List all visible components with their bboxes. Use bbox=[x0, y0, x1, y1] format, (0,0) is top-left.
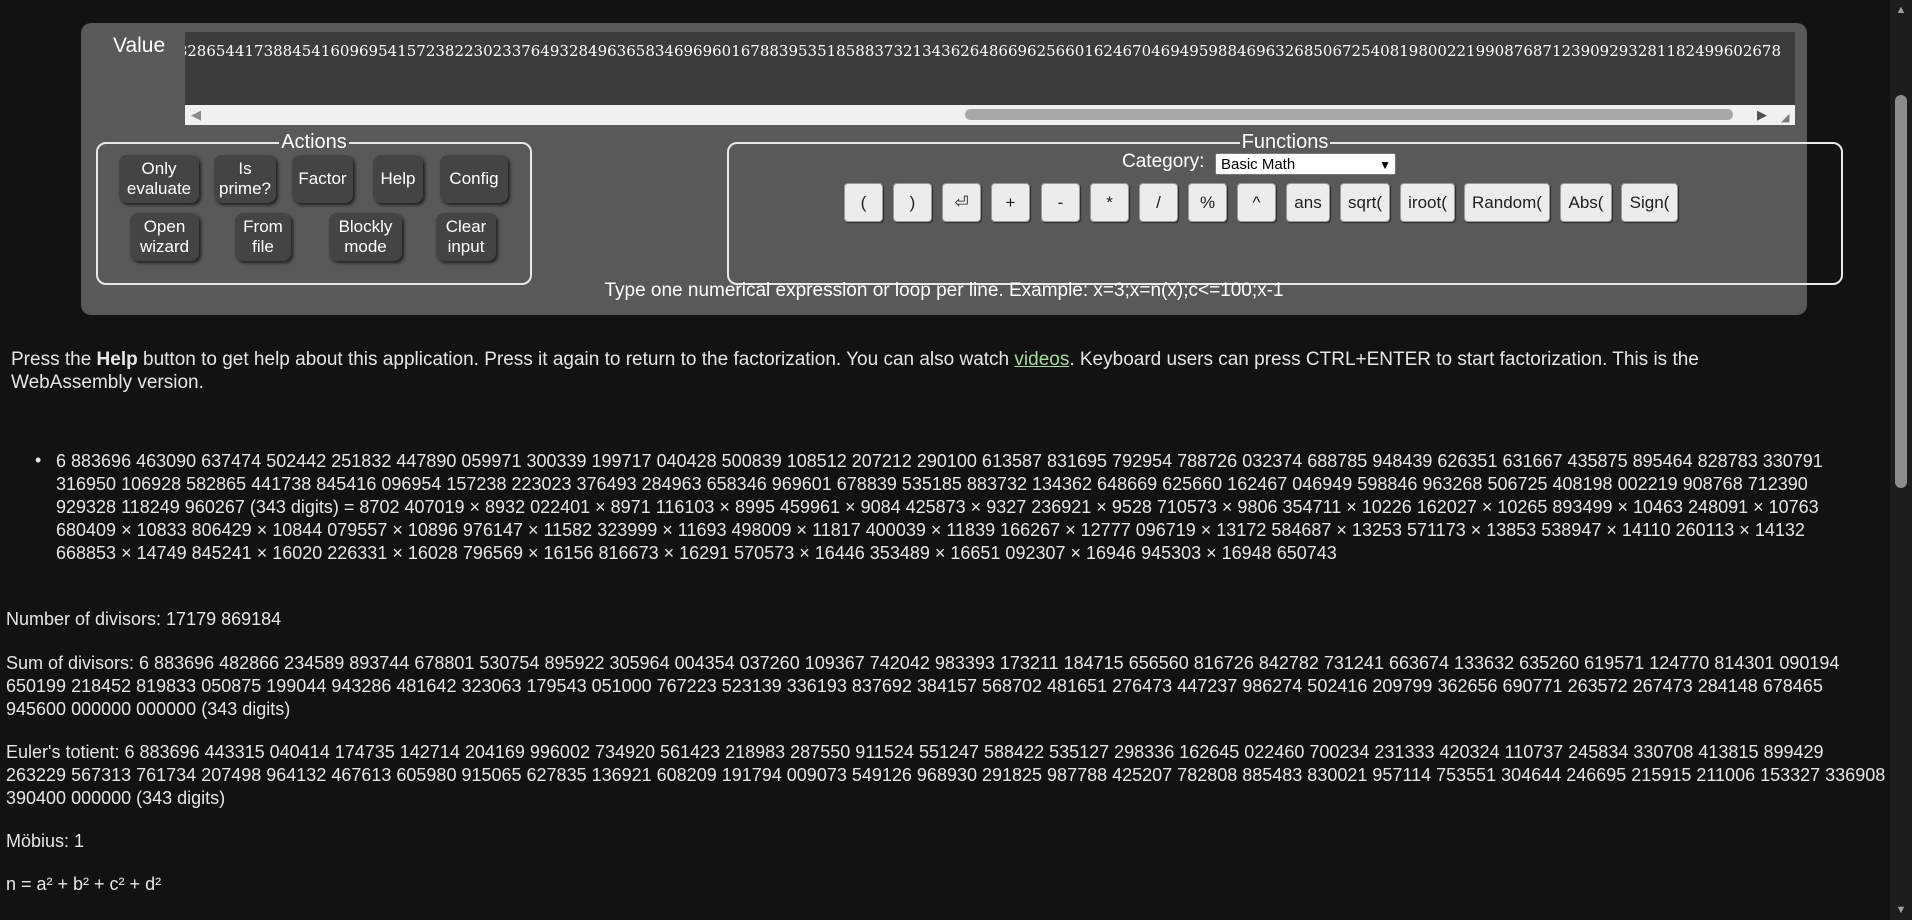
factorization-result: 6 883696 463090 637474 502442 251832 447… bbox=[56, 451, 1823, 563]
page: Value 5010692858286544173884541609695415… bbox=[0, 0, 1890, 920]
horizontal-scroll-thumb[interactable] bbox=[965, 109, 1733, 120]
fn-power-button[interactable]: ^ bbox=[1237, 183, 1276, 222]
scroll-right-icon[interactable]: ▶ bbox=[1757, 107, 1767, 123]
fn-close-paren-button[interactable]: ) bbox=[893, 183, 932, 222]
from-file-button[interactable]: From file bbox=[235, 213, 291, 261]
factor-button[interactable]: Factor bbox=[292, 155, 353, 203]
fn-open-paren-button[interactable]: ( bbox=[844, 183, 883, 222]
help-text-pre: Press the bbox=[11, 349, 97, 370]
expression-hint: Type one numerical expression or loop pe… bbox=[604, 280, 1284, 301]
is-prime-button[interactable]: Is prime? bbox=[214, 155, 276, 203]
fn-minus-button[interactable]: - bbox=[1041, 183, 1080, 222]
scroll-up-icon[interactable]: ▲ bbox=[1895, 4, 1907, 16]
fn-iroot-button[interactable]: iroot( bbox=[1400, 183, 1455, 222]
actions-legend: Actions bbox=[281, 131, 347, 153]
help-paragraph: Press the Help button to get help about … bbox=[11, 348, 1811, 394]
only-evaluate-button[interactable]: Only evaluate bbox=[119, 155, 199, 203]
fn-random-button[interactable]: Random( bbox=[1464, 183, 1550, 222]
number-of-divisors: Number of divisors: 17179 869184 bbox=[6, 609, 282, 629]
open-wizard-button[interactable]: Open wizard bbox=[130, 213, 199, 261]
category-select[interactable]: Basic Math ▼ bbox=[1215, 153, 1396, 175]
mobius-value: Möbius: 1 bbox=[6, 831, 85, 851]
fn-sign-button[interactable]: Sign( bbox=[1621, 183, 1678, 222]
vertical-scrollbar[interactable]: ▲ ▼ bbox=[1890, 0, 1912, 920]
videos-link[interactable]: videos bbox=[1014, 349, 1069, 370]
fn-abs-button[interactable]: Abs( bbox=[1560, 183, 1612, 222]
input-panel: Value 5010692858286544173884541609695415… bbox=[81, 23, 1843, 315]
fn-plus-button[interactable]: + bbox=[991, 183, 1030, 222]
fn-multiply-button[interactable]: * bbox=[1090, 183, 1129, 222]
fn-ans-button[interactable]: ans bbox=[1286, 183, 1330, 222]
fn-modulo-button[interactable]: % bbox=[1188, 183, 1227, 222]
value-textarea[interactable]: 5010692858286544173884541609695415723822… bbox=[185, 32, 1795, 125]
functions-legend: Functions bbox=[1241, 131, 1329, 153]
fn-sqrt-button[interactable]: sqrt( bbox=[1340, 183, 1390, 222]
sum-of-squares: n = a² + b² + c² + d² bbox=[6, 874, 162, 894]
value-text: 5010692858286544173884541609695415723822… bbox=[185, 42, 1781, 60]
category-label: Category: bbox=[1122, 151, 1205, 172]
config-button[interactable]: Config bbox=[440, 155, 508, 203]
fn-divide-button[interactable]: / bbox=[1139, 183, 1178, 222]
help-text-bold: Help bbox=[96, 349, 138, 370]
help-text-mid: button to get help about this applicatio… bbox=[137, 349, 1015, 370]
list-bullet: • bbox=[35, 450, 42, 470]
chevron-down-icon: ▼ bbox=[1379, 158, 1391, 172]
clear-input-button[interactable]: Clear input bbox=[436, 213, 496, 261]
blockly-mode-button[interactable]: Blockly mode bbox=[329, 213, 402, 261]
value-label: Value bbox=[113, 34, 166, 57]
fn-newline-button[interactable]: ⏎ bbox=[942, 183, 981, 222]
horizontal-scrollbar[interactable]: ◀ ▶ ◢ bbox=[185, 105, 1795, 125]
help-button[interactable]: Help bbox=[373, 155, 423, 203]
scroll-down-icon[interactable]: ▼ bbox=[1895, 904, 1907, 916]
eulers-totient: Euler's totient: 6 883696 443315 040414 … bbox=[6, 742, 1886, 808]
resize-grip-icon[interactable]: ◢ bbox=[1781, 112, 1793, 124]
sum-of-divisors: Sum of divisors: 6 883696 482866 234589 … bbox=[6, 653, 1840, 719]
scroll-left-icon[interactable]: ◀ bbox=[191, 107, 201, 123]
vertical-scroll-thumb[interactable] bbox=[1895, 95, 1907, 488]
category-selected-value: Basic Math bbox=[1221, 156, 1296, 173]
